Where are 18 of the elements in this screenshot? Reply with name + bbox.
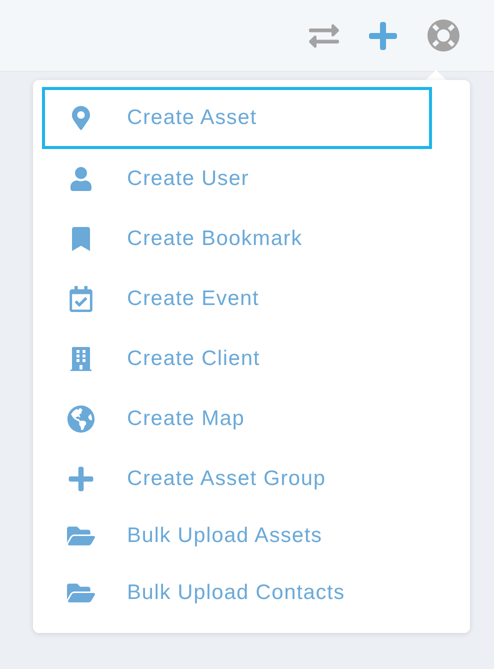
menu-item[interactable]: Create Asset Group: [42, 449, 432, 509]
menu-item[interactable]: Create Client: [42, 329, 432, 389]
user-icon: [69, 167, 93, 191]
menu-item[interactable]: Create Event: [42, 269, 432, 329]
building-icon: [69, 347, 93, 371]
menu-item[interactable]: Create Asset: [42, 87, 432, 149]
plus-icon[interactable]: [367, 20, 399, 52]
menu-item[interactable]: Create User: [42, 149, 432, 209]
menu-item[interactable]: Bulk Upload Contacts: [42, 563, 432, 623]
plus-icon: [67, 465, 95, 493]
help-icon[interactable]: [427, 19, 460, 52]
menu-item[interactable]: Create Map: [42, 389, 432, 449]
menu-item[interactable]: Create Bookmark: [42, 209, 432, 269]
map-pin-icon: [69, 106, 93, 130]
bookmark-icon: [69, 227, 93, 251]
menu-item[interactable]: Bulk Upload Assets: [42, 509, 432, 563]
globe-icon: [67, 405, 95, 433]
calendar-check-icon: [68, 286, 94, 312]
